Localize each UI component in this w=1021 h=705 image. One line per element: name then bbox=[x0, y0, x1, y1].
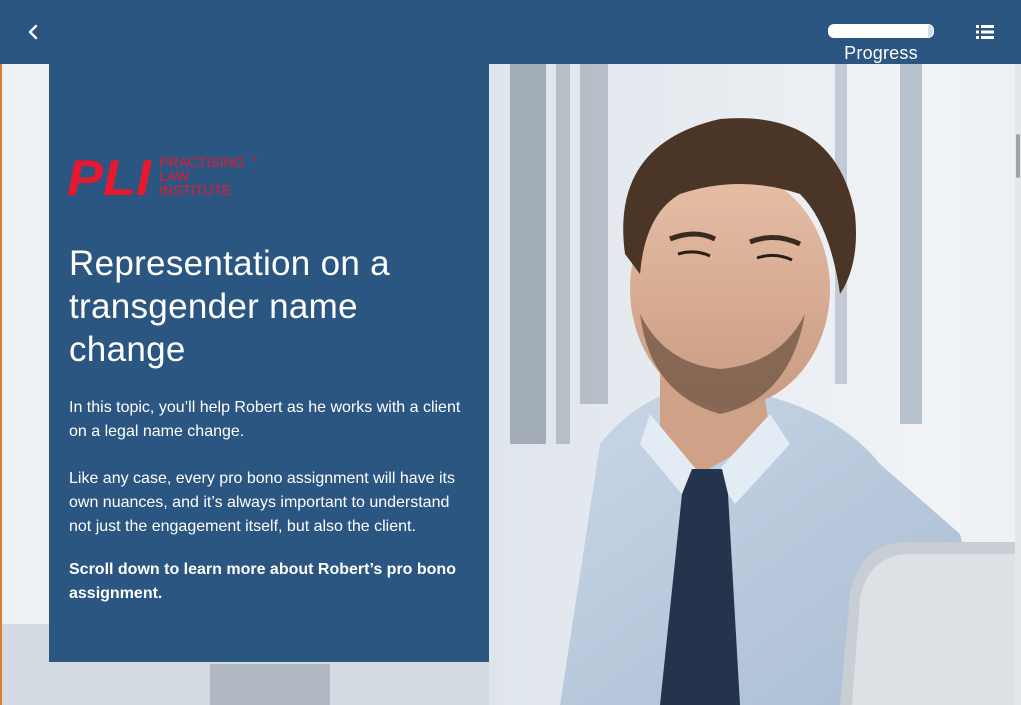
scrollbar-thumb[interactable] bbox=[1016, 134, 1020, 178]
progress-label: Progress bbox=[844, 43, 918, 63]
logo-line3: INSTITUTE bbox=[159, 182, 231, 198]
nuances-paragraph: Like any case, every pro bono assignment… bbox=[69, 470, 455, 535]
logo-registered-mark: ® bbox=[252, 155, 258, 163]
list-menu-icon bbox=[976, 25, 994, 39]
menu-button[interactable] bbox=[972, 20, 998, 44]
logo-mark: PLI bbox=[67, 154, 152, 198]
scroll-instruction: Scroll down to learn more about Robert’s… bbox=[69, 561, 456, 602]
page-title: Representation on a transgender name cha… bbox=[69, 244, 390, 369]
chevron-left-icon bbox=[28, 24, 38, 40]
progress-fill bbox=[829, 25, 928, 37]
pli-logo: PLI PRACTISING ® LAW INSTITUTE bbox=[67, 154, 258, 198]
progress-bar bbox=[828, 24, 934, 38]
intro-panel: PLI PRACTISING ® LAW INSTITUTE Represent… bbox=[49, 64, 489, 662]
back-button[interactable] bbox=[18, 18, 48, 46]
top-bar: Progress bbox=[0, 0, 1021, 64]
progress-indicator: Progress bbox=[826, 24, 936, 64]
scrollbar[interactable] bbox=[1015, 64, 1021, 705]
accent-edge bbox=[0, 64, 2, 705]
intro-paragraph: In this topic, you’ll help Robert as he … bbox=[69, 399, 461, 440]
